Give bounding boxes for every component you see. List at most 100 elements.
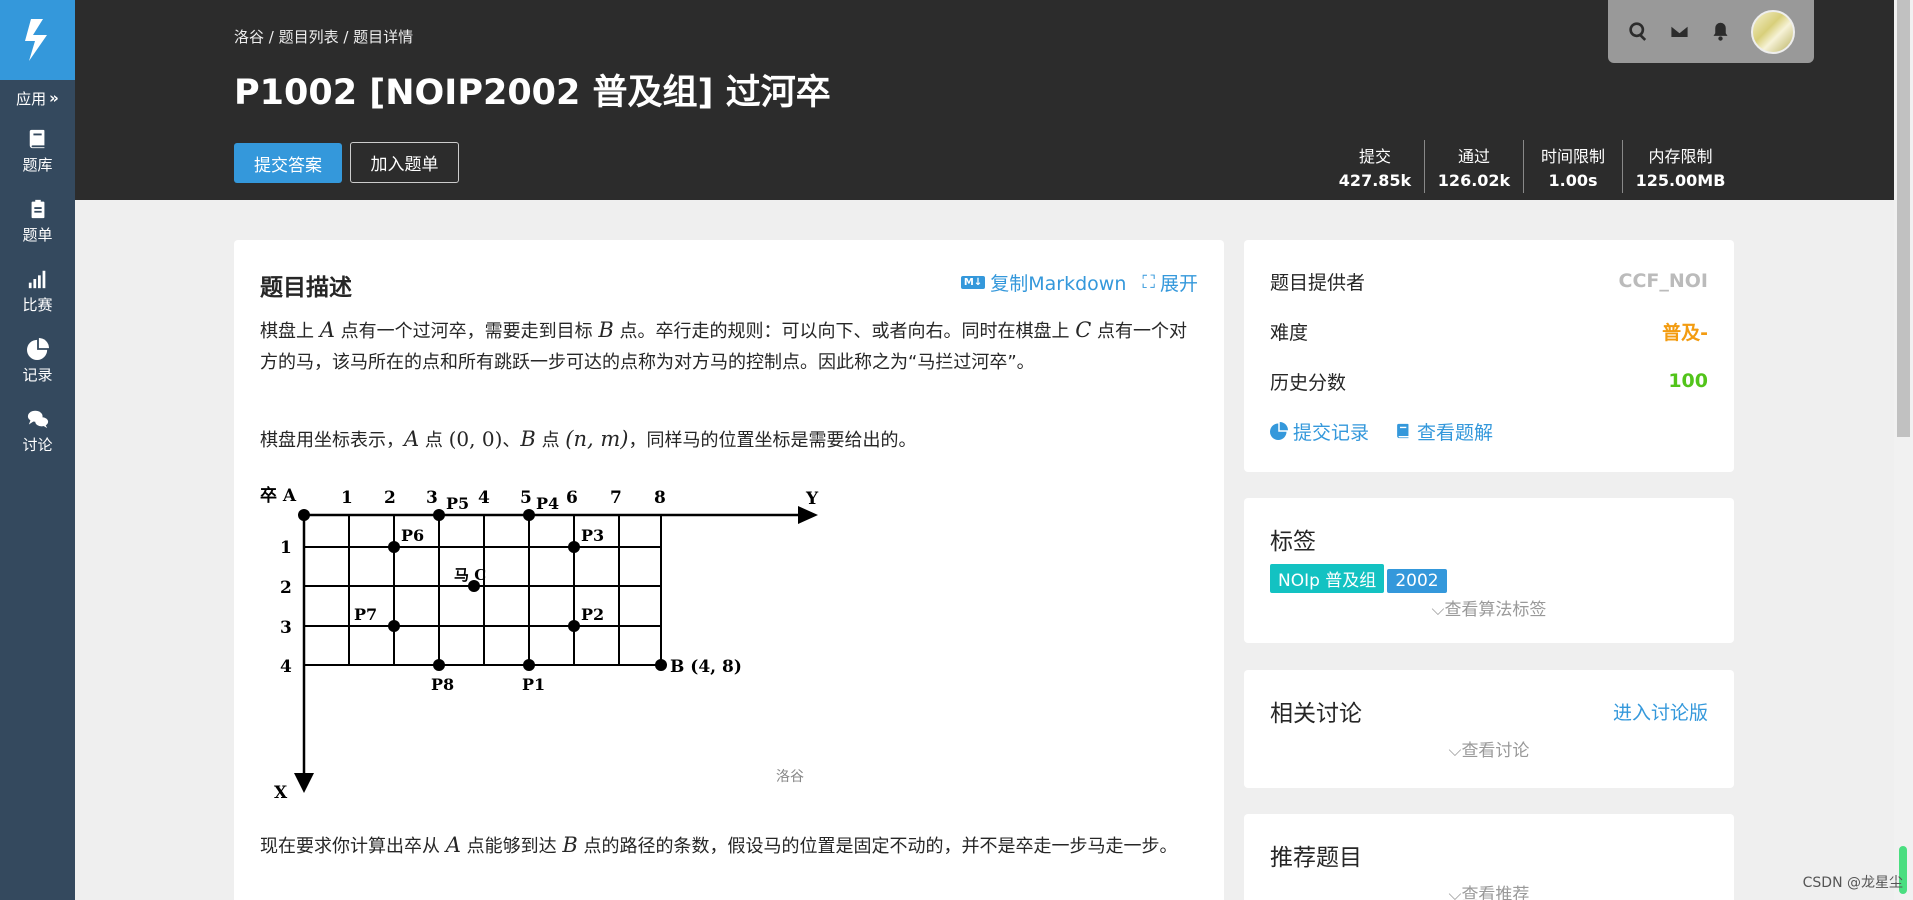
page-title: P1002 [NOIP2002 普及组] 过河卒 <box>234 73 831 113</box>
show-discussions[interactable]: ⌵查看讨论 <box>1270 736 1708 761</box>
show-tags-label: 查看算法标签 <box>1444 600 1547 620</box>
math-a: A <box>445 833 461 857</box>
breadcrumb[interactable]: 洛谷 / 题目列表 / 题目详情 <box>234 26 413 47</box>
p3-label: P3 <box>581 526 604 545</box>
info-links: 提交记录 查看题解 <box>1244 406 1734 456</box>
math-a: A <box>319 318 335 342</box>
provider-row: 题目提供者 CCF_NOI <box>1244 256 1734 306</box>
math-b: B <box>520 427 536 451</box>
expand-button[interactable]: ⛶ 展开 <box>1142 269 1198 296</box>
submit-answer-button[interactable]: 提交答案 <box>234 143 342 183</box>
sidebar-item-problems[interactable]: 题库 <box>0 116 75 186</box>
p2-label: P2 <box>581 605 604 624</box>
math-nm: (n, m) <box>565 427 629 451</box>
row-label: 3 <box>280 618 292 638</box>
sidebar-item-label: 记录 <box>22 365 53 384</box>
text-run: 棋盘用坐标表示， <box>260 430 404 451</box>
stat-label: 时间限制 <box>1540 147 1605 166</box>
sidebar-item-records[interactable]: 记录 <box>0 326 75 396</box>
expand-label: 展开 <box>1159 273 1198 295</box>
text-run: ，同样马的位置坐标是需要给出的。 <box>628 430 917 451</box>
stat-memory-limit: 内存限制 125.00MB <box>1623 140 1738 193</box>
book-icon <box>1397 423 1409 439</box>
show-discussions-label: 查看讨论 <box>1461 741 1530 761</box>
point-p4 <box>523 509 535 521</box>
sidebar-item-contests[interactable]: 比赛 <box>0 256 75 326</box>
copy-markdown-button[interactable]: M↓ 复制Markdown <box>960 269 1127 296</box>
stat-accepted: 通过 126.02k <box>1425 140 1524 193</box>
tags-card: 标签 NOIp 普及组 2002 ⌵查看算法标签 <box>1244 498 1734 643</box>
x-axis-arrow <box>294 773 314 793</box>
scrollbar-thumb[interactable] <box>1897 0 1910 437</box>
pie-chart-icon <box>26 337 49 360</box>
mail-icon[interactable] <box>1669 21 1690 42</box>
book-icon <box>29 129 44 148</box>
bell-icon[interactable] <box>1710 21 1731 42</box>
sidebar-item-label: 题单 <box>22 225 53 244</box>
page-scrollbar[interactable] <box>1894 0 1913 900</box>
clipboard-icon <box>31 199 44 218</box>
difficulty-label: 难度 <box>1270 321 1309 344</box>
sidebar-item-label: 比赛 <box>22 295 53 314</box>
p8-label: P8 <box>431 675 454 694</box>
search-icon[interactable] <box>1628 21 1649 42</box>
enter-forum-link[interactable]: 进入讨论版 <box>1613 698 1708 725</box>
point-p2 <box>568 620 580 632</box>
stat-label: 内存限制 <box>1648 147 1713 166</box>
difficulty-value: 普及- <box>1662 321 1708 344</box>
tag-noip[interactable]: NOIp 普及组 <box>1270 564 1385 593</box>
text-run: 点有一个过河卒，需要走到目标 <box>334 321 599 342</box>
problem-stats: 提交 427.85k 通过 126.02k 时间限制 1.00s 内存限制 12… <box>1326 140 1738 193</box>
chevron-down-icon: ⌵ <box>1448 885 1462 900</box>
text-run: 点。卒行走的规则：可以向下、或者向右。同时在棋盘上 <box>613 321 1076 342</box>
provider-label: 题目提供者 <box>1270 271 1366 294</box>
description-paragraph-3: 现在要求你计算出卒从 A 点能够到达 B 点的路径的条数，假设马的位置是固定不动… <box>260 830 1200 862</box>
description-paragraph-2: 棋盘用坐标表示，A 点 (0, 0)、B 点 (n, m)，同样马的位置坐标是需… <box>260 424 1200 456</box>
math-b: B <box>598 318 614 342</box>
history-score-label: 历史分数 <box>1270 371 1347 394</box>
chat-bubbles-icon <box>27 410 48 428</box>
luogu-logo[interactable] <box>0 0 75 80</box>
tag-list: NOIp 普及组 2002 <box>1270 564 1708 593</box>
sidebar-item-label: 讨论 <box>22 435 53 454</box>
text-run: 棋盘上 <box>260 321 320 342</box>
row-label: 4 <box>280 657 292 677</box>
show-algorithm-tags[interactable]: ⌵查看算法标签 <box>1270 595 1708 620</box>
stat-label: 通过 <box>1457 147 1490 166</box>
history-score-row: 历史分数 100 <box>1244 356 1734 406</box>
x-axis-label: X <box>274 783 288 803</box>
math-b: B <box>562 833 578 857</box>
point-p5 <box>433 509 445 521</box>
recommend-title: 推荐题目 <box>1270 845 1362 871</box>
double-chevron-right-icon: » <box>49 89 59 107</box>
sidebar-item-discuss[interactable]: 讨论 <box>0 396 75 466</box>
horse-label: 马 C <box>454 566 486 584</box>
recommend-card: 推荐题目 ⌵查看推荐 <box>1244 814 1734 900</box>
provider-value[interactable]: CCF_NOI <box>1619 270 1709 292</box>
add-to-list-button[interactable]: 加入题单 <box>350 142 459 183</box>
text-run: 点 <box>419 430 449 451</box>
text-run: 现在要求你计算出卒从 <box>260 836 446 857</box>
stat-value: 125.00MB <box>1635 171 1726 190</box>
text-run: 点能够到达 <box>460 836 563 857</box>
text-run: 点的路径的条数，假设马的位置是固定不动的，并不是卒走一步马走一步。 <box>577 836 1178 857</box>
discussion-card: 相关讨论 进入讨论版 ⌵查看讨论 <box>1244 670 1734 788</box>
text-run: 点 <box>535 430 566 451</box>
apps-menu[interactable]: 应用 » <box>0 80 75 116</box>
copy-markdown-label: 复制Markdown <box>990 273 1127 295</box>
description-paragraph-1: 棋盘上 A 点有一个过河卒，需要走到目标 B 点。卒行走的规则：可以向下、或者向… <box>260 315 1200 378</box>
view-solutions-link[interactable]: 查看题解 <box>1395 418 1493 445</box>
csdn-watermark: CSDN @龙星尘 <box>1802 875 1903 891</box>
show-recommendations[interactable]: ⌵查看推荐 <box>1270 880 1708 900</box>
difficulty-row: 难度 普及- <box>1244 306 1734 356</box>
avatar[interactable] <box>1751 9 1795 54</box>
discussion-header: 相关讨论 进入讨论版 <box>1270 694 1708 728</box>
sidebar-item-lists[interactable]: 题单 <box>0 186 75 256</box>
tag-year[interactable]: 2002 <box>1387 569 1447 593</box>
p5-label: P5 <box>446 494 469 513</box>
description-tools: M↓ 复制Markdown ⛶ 展开 <box>960 269 1198 296</box>
point-p1 <box>523 659 535 671</box>
submission-records-link[interactable]: 提交记录 <box>1270 418 1369 445</box>
p1-label: P1 <box>522 675 545 694</box>
tags-title: 标签 <box>1270 529 1316 555</box>
